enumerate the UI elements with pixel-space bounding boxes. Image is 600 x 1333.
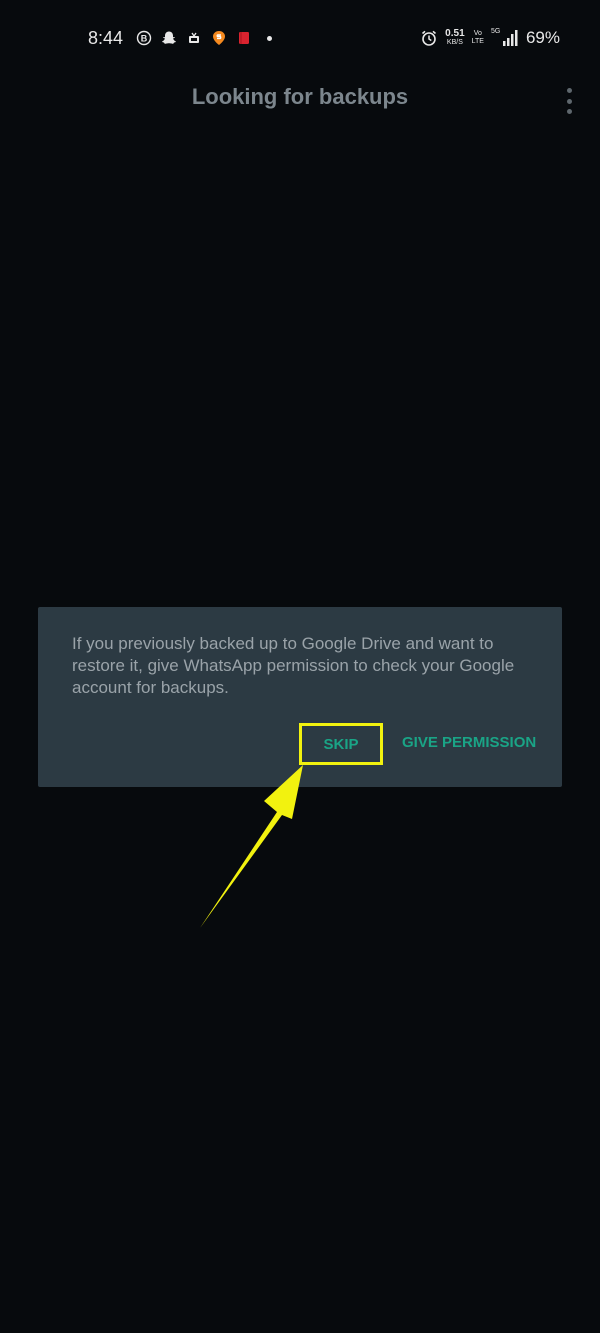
- volte-bottom: LTE: [471, 38, 484, 45]
- battery-level: 69%: [525, 28, 560, 47]
- status-bar: 8:44 B 0.51 KB/S Vo LTE 5G 69%: [0, 0, 600, 80]
- status-time: 8:44: [88, 28, 124, 48]
- more-options-icon[interactable]: [562, 88, 576, 114]
- alarm-icon: [422, 30, 437, 46]
- more-notifications-dot: [267, 35, 272, 41]
- tv-icon: [189, 32, 199, 43]
- screen: 8:44 B 0.51 KB/S Vo LTE 5G 69% Looking f…: [0, 0, 600, 1333]
- dialog-message: If you previously backed up to Google Dr…: [72, 634, 515, 697]
- network-speed: 0.51 KB/S: [445, 29, 464, 47]
- system-status: 0.51 KB/S Vo LTE 5G 69%: [420, 28, 560, 48]
- give-permission-button[interactable]: GIVE PERMISSION: [402, 727, 536, 757]
- volte-indicator: Vo LTE: [472, 30, 484, 46]
- menu-dot: [566, 88, 572, 93]
- network-speed-unit: KB/S: [446, 39, 463, 46]
- red-book-icon: [239, 32, 249, 44]
- signal-strength: 5G: [490, 28, 519, 47]
- skip-button[interactable]: SKIP: [299, 723, 383, 765]
- swiggy-icon: [213, 31, 225, 45]
- snapchat-icon: [162, 31, 176, 44]
- backup-permission-dialog: If you previously backed up to Google Dr…: [38, 607, 562, 787]
- network-speed-value: 0.51: [445, 28, 465, 39]
- network-type: 5G: [490, 28, 501, 35]
- svg-text:B: B: [141, 34, 148, 44]
- page-title: Looking for backups: [191, 84, 409, 109]
- notification-icons: B: [136, 30, 272, 46]
- b-circle-icon: B: [136, 30, 152, 46]
- menu-dot: [566, 109, 572, 114]
- volte-top: Vo: [473, 30, 482, 37]
- menu-dot: [566, 98, 572, 104]
